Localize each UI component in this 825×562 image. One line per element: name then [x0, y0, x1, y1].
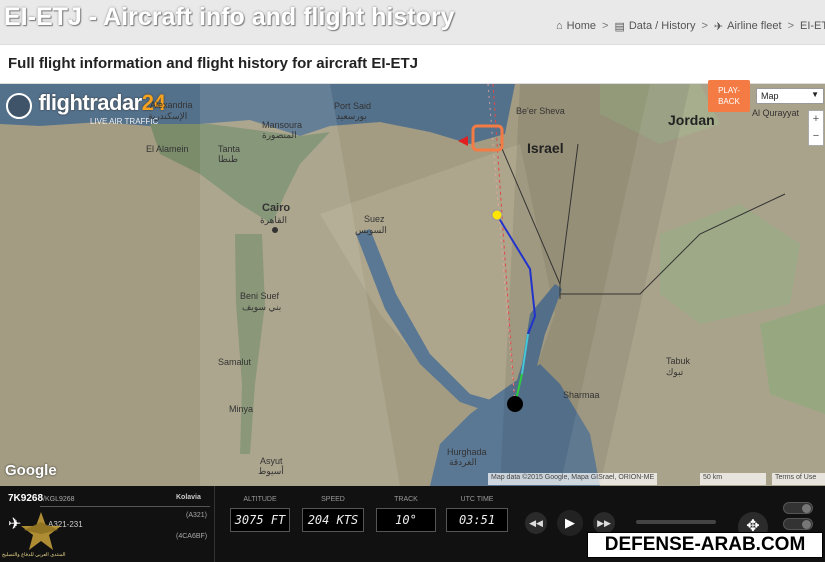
- map-label-israel: Israel: [527, 140, 564, 156]
- map-label-asyut-ar: أسيوط: [258, 466, 284, 476]
- divider: [40, 506, 210, 507]
- page-title: EI-ETJ - Aircraft info and flight histor…: [4, 3, 455, 31]
- map-label-alexandria-ar: الإسكندرية: [148, 111, 188, 121]
- map-label-samalut: Samalut: [218, 357, 252, 367]
- toggle-switch-1[interactable]: [783, 502, 813, 514]
- map-label-sharmaa: Sharmaa: [563, 390, 600, 400]
- map-type-value: Map: [761, 91, 779, 101]
- page-subtitle: Full flight information and flight histo…: [8, 55, 419, 72]
- map-label-suez: Suez: [364, 214, 385, 224]
- map-canvas: [0, 84, 825, 486]
- map-label-cairo: Cairo: [262, 202, 291, 214]
- map-label-hurghada: Hurghada: [447, 447, 487, 457]
- map-label-beni-suef: Beni Suef: [240, 291, 280, 301]
- altitude-value: 3075 FT: [230, 508, 290, 532]
- map-label-quraiyat: Al Qurayyat: [752, 108, 800, 118]
- map-label-mansoura-ar: المنصورة: [262, 130, 297, 140]
- zoom-in-button[interactable]: +: [809, 111, 823, 128]
- rewind-button[interactable]: ◀◀: [525, 512, 547, 534]
- toggle-switch-2[interactable]: [783, 518, 813, 530]
- map-label-alexandria: Alexandria: [150, 100, 193, 110]
- breadcrumb-home[interactable]: Home: [567, 20, 596, 33]
- breadcrumb-separator: >: [602, 20, 609, 32]
- plane-small-icon: ✈: [713, 21, 724, 33]
- home-icon: ⌂: [556, 20, 563, 32]
- speed-readout: SPEED 204 KTS: [302, 496, 364, 532]
- playback-button[interactable]: PLAY-BACK: [708, 80, 750, 112]
- zoom-out-button[interactable]: −: [809, 128, 823, 145]
- map-label-suez-ar: السويس: [355, 225, 387, 235]
- map-label-jordan: Jordan: [668, 112, 715, 128]
- breadcrumb: ⌂ Home > ▤ Data / History > ✈ Airline fl…: [556, 20, 825, 33]
- breadcrumb-separator: >: [701, 20, 708, 32]
- breadcrumb-current: EI-ET: [800, 20, 825, 32]
- map-label-port-said: Port Said: [334, 101, 372, 111]
- track-readout: TRACK 10°: [376, 496, 436, 532]
- playback-timeline-slider[interactable]: [636, 520, 716, 524]
- map-label-tanta-ar: طنطا: [218, 154, 239, 164]
- map-label-port-said-ar: بورسعيد: [336, 111, 367, 121]
- track-value: 10°: [376, 508, 436, 532]
- breadcrumb-separator: >: [787, 20, 794, 32]
- altitude-readout: ALTITUDE 3075 FT: [230, 496, 290, 532]
- breadcrumb-data-history[interactable]: Data / History: [629, 20, 696, 33]
- terms-link[interactable]: Terms of Use: [772, 473, 825, 485]
- airline-name: Kolavia: [176, 494, 201, 501]
- watermark: DEFENSE-ARAB.COM: [587, 532, 823, 558]
- speed-value: 204 KTS: [302, 508, 364, 532]
- flightradar-logo: flightradar24 LIVE AIR TRAFFIC: [6, 90, 166, 126]
- track-label: TRACK: [394, 496, 418, 503]
- radar-icon: [6, 92, 32, 119]
- utc-time-label: UTC TIME: [460, 496, 494, 503]
- utc-time-value: 03:51: [446, 508, 508, 532]
- map-label-cairo-ar: القاهرة: [260, 215, 287, 225]
- map-label-el-alamein: El Alamein: [146, 144, 189, 154]
- chevron-down-icon: ▼: [811, 90, 819, 99]
- google-logo: Google: [5, 462, 57, 479]
- map-label-tanta: Tanta: [218, 144, 241, 154]
- map-label-asyut: Asyut: [260, 456, 283, 466]
- breadcrumb-airline-fleet[interactable]: Airline fleet: [727, 20, 781, 33]
- logo-text: flightradar: [38, 90, 142, 115]
- map-label-beni-suef-ar: بني سويف: [242, 302, 282, 312]
- map-label-tabuk: Tabuk: [666, 356, 691, 366]
- altitude-label: ALTITUDE: [243, 496, 277, 503]
- play-button[interactable]: ▶: [557, 510, 583, 536]
- flight-callsign: 7K9268: [8, 493, 44, 504]
- aircraft-type: (A321): [186, 512, 208, 519]
- map-label-mansoura: Mansoura: [262, 120, 303, 130]
- origin-airport-marker: [507, 396, 523, 412]
- database-icon: ▤: [614, 21, 625, 33]
- speed-label: SPEED: [321, 496, 345, 503]
- fast-forward-button[interactable]: ▶▶: [593, 512, 615, 534]
- map-label-minya: Minya: [229, 404, 254, 414]
- map-scale: 50 km: [700, 473, 766, 485]
- last-position-marker: [491, 209, 503, 221]
- defense-arab-emblem: [21, 512, 61, 550]
- subtitle-bar: Full flight information and flight histo…: [0, 44, 825, 84]
- map-label-tabuk-ar: تبوك: [666, 367, 684, 377]
- map-label-hurghada-ar: الغردقة: [449, 457, 477, 467]
- flight-map[interactable]: flightradar24 LIVE AIR TRAFFIC Israel Jo…: [0, 84, 825, 486]
- zoom-control: + −: [808, 110, 824, 146]
- utc-time-readout: UTC TIME 03:51: [446, 496, 508, 532]
- map-label-beersheva: Be'er Sheva: [516, 106, 565, 116]
- emblem-caption: المنتدى العربي للدفاع والتسليح: [2, 552, 66, 558]
- map-type-select[interactable]: Map ▼: [756, 88, 824, 104]
- flight-callsign-alt: /KGL9268: [43, 496, 75, 503]
- map-attribution: Map data ©2015 Google, Mapa GISrael, ORI…: [488, 473, 658, 485]
- aircraft-hex: (4CA6BF): [176, 533, 208, 540]
- page-header: EI-ETJ - Aircraft info and flight histor…: [0, 0, 825, 44]
